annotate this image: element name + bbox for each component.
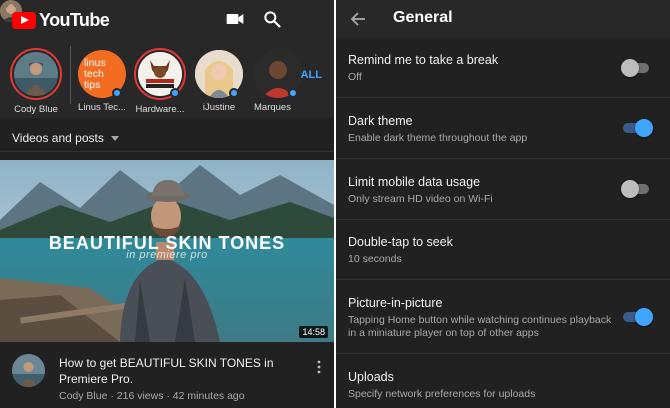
thumbnail-subtitle: in premiere pro [126, 249, 208, 261]
chevron-down-icon [110, 135, 119, 141]
subscription-channel[interactable]: Marques [248, 50, 308, 113]
divider [0, 151, 334, 152]
new-content-dot [170, 88, 180, 98]
take-a-break-toggle[interactable] [621, 59, 653, 77]
search-icon[interactable] [262, 9, 282, 29]
divider [336, 97, 670, 98]
setting-dark-theme[interactable]: Dark theme Enable dark theme throughout … [336, 114, 670, 154]
setting-description: Specify network preferences for uploads [348, 388, 536, 400]
video-duration-badge: 14:58 [299, 326, 328, 338]
setting-title: Double-tap to seek [348, 235, 453, 249]
setting-title: Picture-in-picture [348, 296, 443, 310]
video-title[interactable]: How to get BEAUTIFUL SKIN TONES in Premi… [59, 355, 309, 387]
channel-name: Marques [254, 102, 291, 113]
toggle-knob [621, 180, 639, 198]
setting-title: Limit mobile data usage [348, 175, 481, 189]
toggle-knob [635, 119, 653, 137]
divider [336, 219, 670, 220]
setting-double-tap-seek[interactable]: Double-tap to seek 10 seconds [336, 235, 670, 275]
youtube-play-icon [12, 12, 36, 29]
new-content-dot [112, 88, 122, 98]
channel-name: Cody Blue [14, 104, 58, 115]
settings-pane: General Remind me to take a break Off Da… [336, 0, 670, 408]
setting-uploads[interactable]: Uploads Specify network preferences for … [336, 370, 670, 408]
setting-description: Off [348, 71, 362, 83]
video-thumbnail[interactable]: BEAUTIFUL SKIN TONES in premiere pro 14:… [0, 160, 334, 342]
youtube-pane: YouTube Cody Blue linus tech tips Linus … [0, 0, 334, 408]
svg-text:tips: tips [84, 79, 100, 91]
video-meta: Cody Blue · 216 views · 42 minutes ago [59, 390, 245, 402]
setting-title: Remind me to take a break [348, 53, 499, 67]
setting-description: Tapping Home button while watching conti… [348, 314, 612, 339]
more-vert-icon[interactable] [313, 358, 325, 376]
settings-header: General [336, 0, 670, 38]
video-camera-icon[interactable] [225, 9, 245, 29]
subscriptions-divider [70, 46, 71, 104]
toggle-knob [621, 59, 639, 77]
content-filter-dropdown[interactable]: Videos and posts [12, 131, 119, 145]
limit-mobile-data-toggle[interactable] [621, 180, 653, 198]
setting-title: Uploads [348, 370, 394, 384]
filter-label: Videos and posts [12, 131, 104, 145]
divider [336, 353, 670, 354]
setting-description: Enable dark theme throughout the app [348, 132, 528, 144]
subscription-channel[interactable]: iJustine [189, 50, 249, 113]
new-content-dot [229, 88, 239, 98]
youtube-logo[interactable]: YouTube [12, 10, 110, 31]
dark-theme-toggle[interactable] [623, 119, 653, 137]
channel-name: Hardware... [135, 104, 185, 115]
youtube-wordmark: YouTube [39, 10, 110, 30]
channel-avatar[interactable] [12, 354, 45, 387]
new-content-dot [288, 88, 298, 98]
channel-avatar [14, 52, 58, 96]
subscription-channel[interactable]: Hardware... [130, 48, 190, 115]
setting-title: Dark theme [348, 114, 413, 128]
video-info: How to get BEAUTIFUL SKIN TONES in Premi… [0, 342, 334, 408]
setting-picture-in-picture[interactable]: Picture-in-picture Tapping Home button w… [336, 296, 670, 346]
all-subscriptions-link[interactable]: ALL [301, 69, 322, 81]
setting-limit-mobile-data[interactable]: Limit mobile data usage Only stream HD v… [336, 175, 670, 215]
setting-description: Only stream HD video on Wi-Fi [348, 193, 493, 205]
arrow-back-icon[interactable] [349, 10, 367, 28]
subscription-channel[interactable]: linus tech tips Linus Tec... [72, 50, 132, 113]
divider [336, 158, 670, 159]
setting-take-a-break[interactable]: Remind me to take a break Off [336, 53, 670, 93]
picture-in-picture-toggle[interactable] [623, 308, 653, 326]
subscription-channel[interactable]: Cody Blue [6, 48, 66, 115]
page-title: General [393, 9, 453, 26]
subscriptions-bar: Cody Blue linus tech tips Linus Tec... H… [0, 38, 334, 118]
divider [336, 279, 670, 280]
youtube-header: YouTube [0, 0, 334, 38]
channel-name: iJustine [202, 102, 236, 113]
setting-description: 10 seconds [348, 253, 402, 265]
toggle-knob [635, 308, 653, 326]
channel-name: Linus Tec... [78, 102, 126, 113]
channel-avatar-ring [10, 48, 62, 100]
